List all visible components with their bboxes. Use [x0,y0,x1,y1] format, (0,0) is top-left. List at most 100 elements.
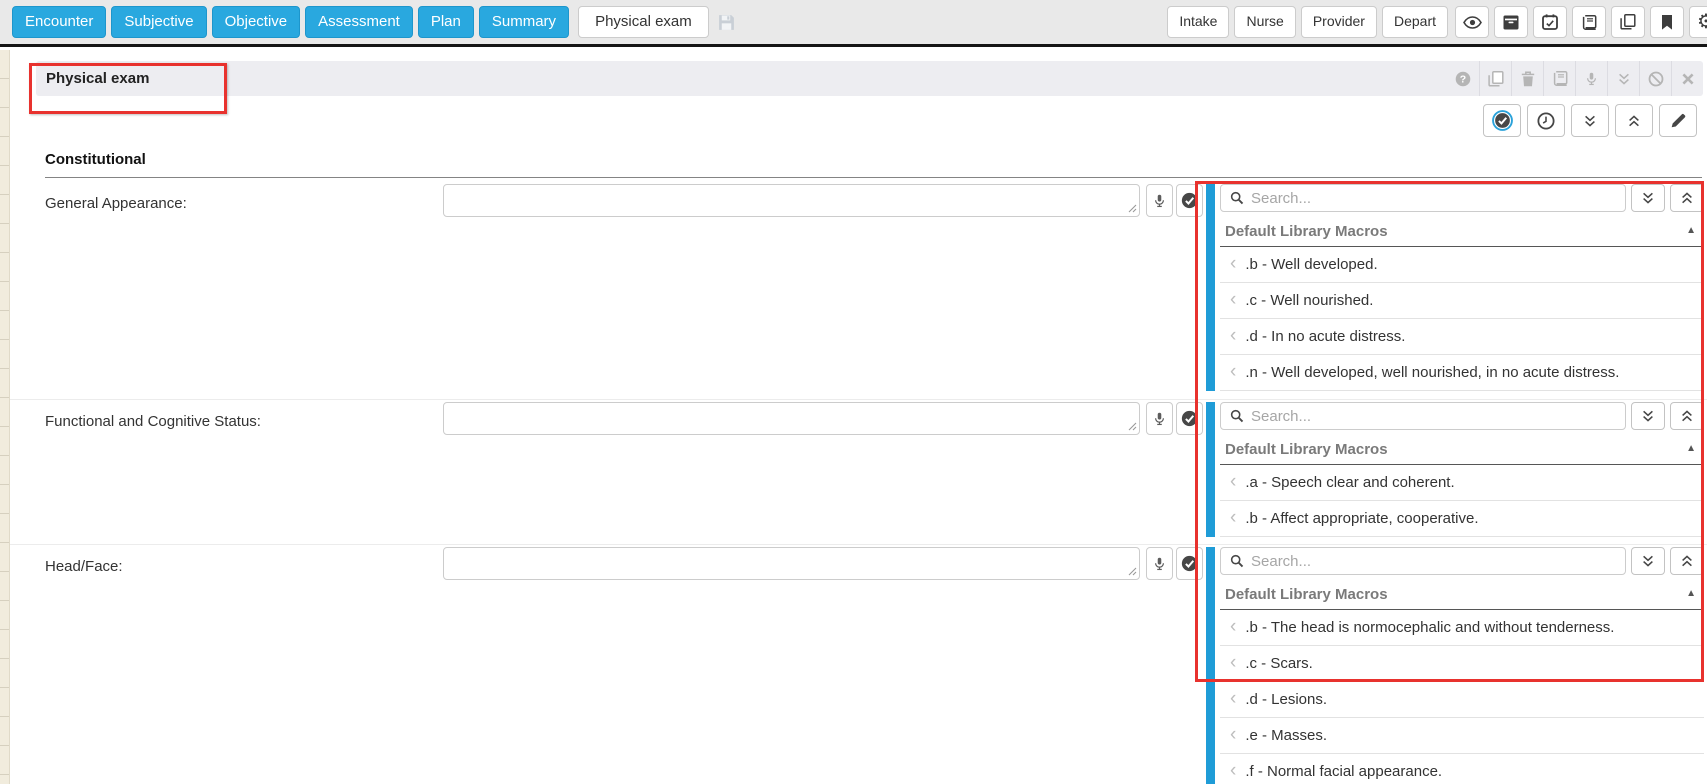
close-header-button[interactable] [1671,61,1703,96]
double-chevron-down-header-button[interactable] [1607,61,1639,96]
bookmark-icon [1661,15,1673,30]
copy-icon [1488,71,1504,87]
double-chevron-up-icon [1627,114,1641,128]
page-title: Physical exam [46,70,149,87]
expand-all-macros-button[interactable] [1631,184,1665,212]
intake-button[interactable]: Intake [1167,6,1229,37]
tab-encounter[interactable]: Encounter [12,6,106,39]
check-circle-icon [1181,192,1198,209]
book-button[interactable] [1572,6,1606,38]
save-icon[interactable] [717,13,736,32]
double-chevron-down-button[interactable] [1571,104,1609,137]
copy-header-button[interactable] [1479,61,1511,96]
double-chevron-down-icon [1641,409,1655,423]
macro-item[interactable]: ‹.c - Well nourished. [1220,283,1704,319]
insert-left-angle-icon: ‹ [1230,326,1236,345]
trash-header-button[interactable] [1511,61,1543,96]
double-chevron-up-icon [1680,554,1694,568]
panel-accent-bar [1206,547,1215,784]
insert-left-angle-icon: ‹ [1230,508,1236,527]
macro-item[interactable]: ‹.n - Well developed, well nourished, in… [1220,355,1704,391]
tab-physical-exam[interactable]: Physical exam [578,6,709,39]
textarea-wrap [443,184,1140,217]
macro-item[interactable]: ‹.b - Affect appropriate, cooperative. [1220,501,1704,537]
section-heading: Constitutional [45,151,1702,178]
double-chevron-down-icon [1641,191,1655,205]
macro-item[interactable]: ‹.a - Speech clear and coherent. [1220,465,1704,501]
macro-text: .d - In no acute distress. [1245,328,1405,345]
macro-search-input[interactable] [1251,553,1616,570]
mic-icon [1153,556,1166,572]
ban-header-button[interactable] [1639,61,1671,96]
expand-all-macros-button[interactable] [1631,547,1665,575]
dictate-button[interactable] [1146,184,1173,217]
macro-search-input[interactable] [1251,190,1616,207]
provider-button[interactable]: Provider [1301,6,1377,37]
help-header-button[interactable]: ? [1447,61,1479,96]
macro-group-header[interactable]: Default Library Macros ▲ [1220,434,1704,465]
macro-item[interactable]: ‹ .d - In no acute distress. [1220,319,1704,355]
double-chevron-up-button[interactable] [1615,104,1653,137]
tab-subjective[interactable]: Subjective [111,6,206,39]
nurse-button[interactable]: Nurse [1234,6,1295,37]
macro-search[interactable] [1220,402,1626,430]
book-header-button[interactable] [1543,61,1575,96]
macro-item[interactable]: ‹.b - The head is normocephalic and with… [1220,610,1704,646]
macro-item[interactable]: ‹.c - Scars. [1220,646,1704,682]
collapse-triangle-icon[interactable]: ▲ [1686,589,1696,599]
macro-text: .c - Well nourished. [1245,292,1373,309]
macro-item[interactable]: ‹.f - Normal facial appearance. [1220,754,1704,784]
search-icon [1230,554,1244,568]
macro-search[interactable] [1220,547,1626,575]
bookmark-button[interactable] [1650,6,1684,38]
collapse-triangle-icon[interactable]: ▲ [1686,226,1696,236]
dictate-button[interactable] [1146,547,1173,580]
tab-summary[interactable]: Summary [479,6,569,39]
calendar-check-button[interactable] [1533,6,1567,38]
archive-icon [1503,15,1519,30]
depart-button[interactable]: Depart [1382,6,1448,37]
clock-button[interactable] [1527,104,1565,137]
insert-left-angle-icon: ‹ [1230,725,1236,744]
eye-button[interactable] [1455,6,1489,38]
tab-assessment[interactable]: Assessment [305,6,413,39]
dictate-button[interactable] [1146,402,1173,435]
copy-button[interactable] [1611,6,1645,38]
left-ruler-strip [0,50,10,784]
collapse-triangle-icon[interactable]: ▲ [1686,444,1696,454]
tab-plan[interactable]: Plan [418,6,474,39]
gear-button[interactable]: ⚙ [1689,6,1707,38]
confirm-button[interactable] [1176,402,1203,435]
macro-search-input[interactable] [1251,408,1616,425]
exam-text-input[interactable] [443,547,1140,580]
mic-header-button[interactable] [1575,61,1607,96]
macro-text: .d - Lesions. [1245,691,1327,708]
macro-item[interactable]: ‹.d - Lesions. [1220,682,1704,718]
panel-header-icon-group: ? [1447,61,1703,96]
macro-item[interactable]: ‹.b - Well developed. [1220,247,1704,283]
exam-text-input[interactable] [443,402,1140,435]
archive-button[interactable] [1494,6,1528,38]
collapse-all-macros-button[interactable] [1670,184,1704,212]
expand-all-macros-button[interactable] [1631,402,1665,430]
tab-objective[interactable]: Objective [212,6,301,39]
macro-group-header[interactable]: Default Library Macros ▲ [1220,216,1704,247]
macro-panel-body: Default Library Macros ▲ ‹.b - The head … [1215,545,1704,784]
insert-left-angle-icon: ‹ [1230,472,1236,491]
exam-text-input[interactable] [443,184,1140,217]
insert-left-angle-icon: ‹ [1230,254,1236,273]
check-circle-ring-button[interactable] [1483,104,1521,137]
collapse-all-macros-button[interactable] [1670,547,1704,575]
calendar-check-icon [1542,14,1558,30]
pencil-button[interactable] [1659,104,1697,137]
check-circle-ring-icon [1492,110,1513,131]
macro-item[interactable]: ‹.e - Masses. [1220,718,1704,754]
collapse-all-macros-button[interactable] [1670,402,1704,430]
macro-panel-body: Default Library Macros ▲ ‹.b - Well deve… [1215,182,1704,391]
confirm-button[interactable] [1176,184,1203,217]
macro-group-title: Default Library Macros [1225,441,1686,458]
exam-row: General Appearance: Default Library Macr [10,182,1707,399]
macro-search[interactable] [1220,184,1626,212]
macro-group-header[interactable]: Default Library Macros ▲ [1220,579,1704,610]
confirm-button[interactable] [1176,547,1203,580]
